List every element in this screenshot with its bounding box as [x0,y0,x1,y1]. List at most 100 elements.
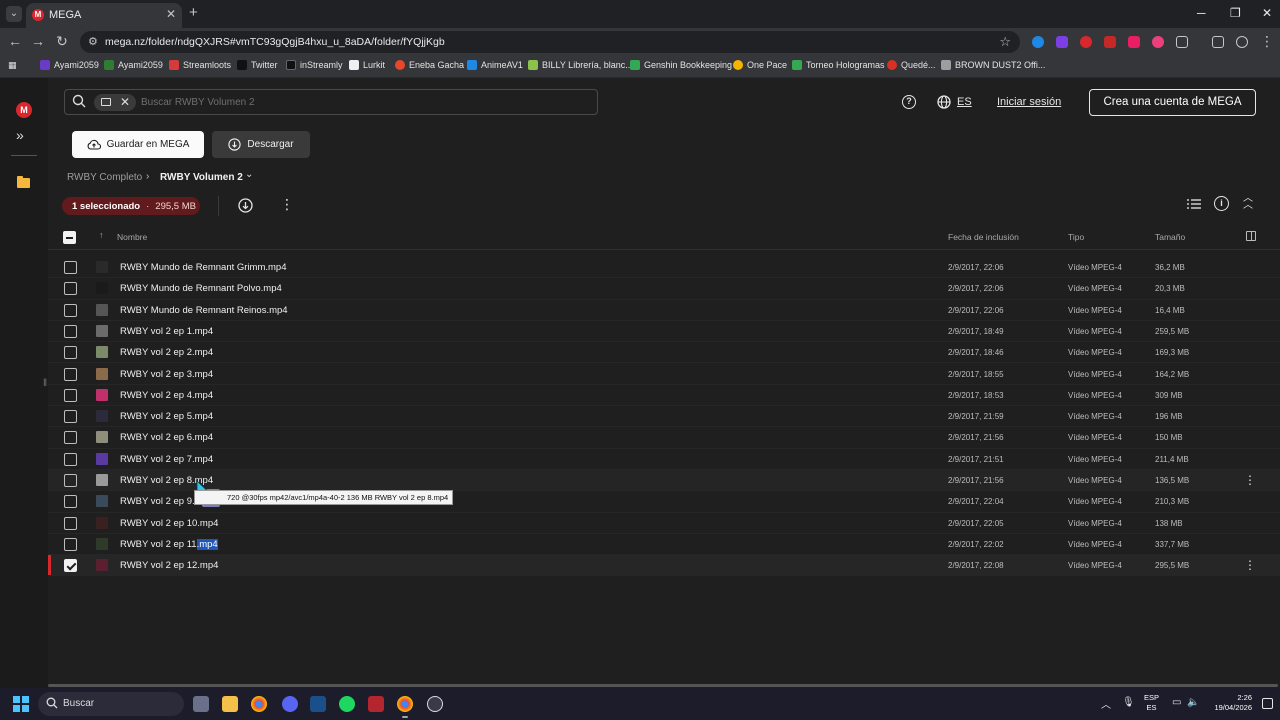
tab-close-icon[interactable]: ✕ [166,7,176,21]
file-name[interactable]: RWBY Mundo de Remnant Reinos.mp4 [120,305,288,316]
row-checkbox[interactable] [64,346,77,360]
table-row[interactable]: RWBY vol 2 ep 6.mp4 2/9/2017, 21:56 Vídeo … [48,427,1280,449]
breadcrumb-parent[interactable]: RWBY Completo [67,172,142,183]
table-row[interactable]: RWBY vol 2 ep 2.mp4 2/9/2017, 18:46 Vídeo … [48,342,1280,364]
select-all-checkbox[interactable] [63,231,76,244]
chrome-icon[interactable] [397,696,413,718]
row-checkbox[interactable] [64,303,77,317]
mega-logo-icon[interactable]: M [16,102,32,118]
save-to-mega-button[interactable]: Guardar en MEGA [72,131,204,158]
row-more-options-icon[interactable]: ⋮ [1244,473,1256,487]
row-checkbox[interactable] [64,537,77,551]
row-checkbox[interactable] [64,431,77,445]
bookmark-item[interactable]: Genshin Bookkeeping [630,60,732,70]
chrome-icon[interactable] [251,696,267,712]
extension-icon[interactable] [1152,36,1164,48]
login-link[interactable]: Iniciar sesión [997,96,1061,108]
forward-icon[interactable]: → [29,33,47,49]
maximize-icon[interactable]: ❐ [1230,6,1241,20]
file-name[interactable]: RWBY Mundo de Remnant Grimm.mp4 [120,262,287,273]
table-row[interactable]: RWBY vol 2 ep 4.mp4 2/9/2017, 18:53 Vídeo … [48,385,1280,407]
bookmark-item[interactable]: Twitter [237,60,278,70]
notification-icon[interactable] [1262,698,1273,709]
file-name[interactable]: RWBY vol 2 ep 2.mp4 [120,347,213,358]
table-row[interactable]: RWBY vol 2 ep 8.mp4 2/9/2017, 21:56 Vídeo … [48,470,1280,492]
site-info-icon[interactable]: ⚙ [88,35,98,48]
table-row[interactable]: RWBY vol 2 ep 3.mp4 2/9/2017, 18:55 Vídeo … [48,364,1280,385]
horizontal-scrollbar[interactable] [48,684,1278,687]
bookmark-item[interactable]: BILLY Librería, blanc... [528,60,633,70]
new-tab-icon[interactable]: + [189,4,198,21]
minimize-icon[interactable]: ─ [1197,6,1206,20]
clock[interactable]: 2:26 19/04/2026 [1208,693,1252,713]
file-name[interactable]: RWBY vol 2 ep 4.mp4 [120,390,213,401]
apps-grid-icon[interactable]: ▦ [8,60,17,71]
extension-icon[interactable] [1032,36,1044,48]
close-icon[interactable]: ✕ [120,95,130,109]
search-input[interactable] [141,92,441,112]
file-name[interactable]: RWBY vol 2 ep 3.mp4 [120,369,213,380]
table-row[interactable]: RWBY vol 2 ep 10.mp4 2/9/2017, 22:05 Vídeo… [48,513,1280,534]
row-checkbox[interactable] [64,495,77,509]
chevron-down-icon[interactable]: ⌄ [245,169,253,180]
microphone-icon[interactable]: 🎙 [1122,697,1135,708]
bookmark-item[interactable]: inStreamly [286,60,343,70]
breadcrumb-current[interactable]: RWBY Volumen 2 [160,172,243,183]
bookmark-item[interactable]: BROWN DUST2 Offi... [941,60,1045,70]
file-name[interactable]: RWBY vol 2 ep 6.mp4 [120,432,213,443]
browser-tab[interactable]: M MEGA ✕ [26,3,182,28]
row-checkbox[interactable] [64,410,77,424]
column-header-date[interactable]: Fecha de inclusión [948,232,1019,242]
taskbar-search[interactable]: Buscar [38,692,184,716]
extension-icon[interactable] [1104,36,1116,48]
back-icon[interactable]: ← [6,33,24,49]
bookmark-item[interactable]: AnimeAV1 [467,60,523,70]
app-icon[interactable] [368,696,384,712]
expand-sidebar-icon[interactable]: » [16,127,24,143]
language-selector[interactable]: ES [957,96,972,108]
extension-icon[interactable] [1056,36,1068,48]
column-header-size[interactable]: Tamaño [1155,232,1185,242]
more-options-icon[interactable]: ⋮ [280,196,294,213]
list-view-icon[interactable] [1187,197,1201,211]
task-view-icon[interactable] [193,696,209,712]
extension-icon[interactable] [1080,36,1092,48]
row-more-options-icon[interactable]: ⋮ [1244,558,1256,572]
resize-handle-icon[interactable]: ‖ [43,378,47,389]
row-checkbox[interactable] [64,324,77,338]
windows-start-icon[interactable] [13,696,29,712]
table-row[interactable]: RWBY vol 2 ep 1.mp4 2/9/2017, 18:49 Vídeo … [48,321,1280,343]
column-header-name[interactable]: Nombre [117,232,147,242]
input-language[interactable]: ESP ES [1144,693,1159,713]
tab-search-icon[interactable]: ⌄ [6,6,22,22]
table-row[interactable]: RWBY vol 2 ep 5.mp4 2/9/2017, 21:59 Vídeo … [48,406,1280,428]
row-checkbox[interactable] [64,261,77,274]
bookmark-item[interactable]: Ayami2059 [104,60,163,70]
search-bar[interactable]: ✕ [64,89,598,115]
row-checkbox[interactable] [64,367,77,381]
file-explorer-icon[interactable] [222,696,238,712]
file-name[interactable]: RWBY vol 2 ep 11.mp4 [120,538,218,550]
bookmark-item[interactable]: Torneo Hologramas [792,60,885,70]
help-icon[interactable]: ? [902,95,916,109]
columns-settings-icon[interactable] [1246,231,1256,241]
reading-list-icon[interactable] [1212,36,1224,48]
profile-icon[interactable] [1236,36,1248,48]
app-icon[interactable] [427,696,443,712]
signup-button[interactable]: Crea una cuenta de MEGA [1089,89,1256,116]
extension-icon[interactable] [1128,36,1140,48]
file-name[interactable]: RWBY Mundo de Remnant Polvo.mp4 [120,283,282,294]
file-name[interactable]: RWBY vol 2 ep 1.mp4 [120,326,213,337]
tray-overflow-icon[interactable]: ︿ [1101,696,1111,711]
row-checkbox[interactable] [64,516,77,530]
menu-kebab-icon[interactable]: ⋮ [1258,33,1276,50]
bookmark-item[interactable]: Ayami2059 [40,60,99,70]
sort-arrow-icon[interactable]: ↑ [99,230,104,240]
column-header-type[interactable]: Tipo [1068,232,1084,242]
file-name[interactable]: RWBY vol 2 ep 7.mp4 [120,454,213,465]
bookmark-item[interactable]: One Pace [733,60,787,70]
row-checkbox[interactable] [64,559,77,573]
network-icon[interactable]: ▭ [1172,697,1181,708]
globe-icon[interactable] [937,95,951,109]
bookmark-star-icon[interactable]: ☆ [999,34,1011,50]
